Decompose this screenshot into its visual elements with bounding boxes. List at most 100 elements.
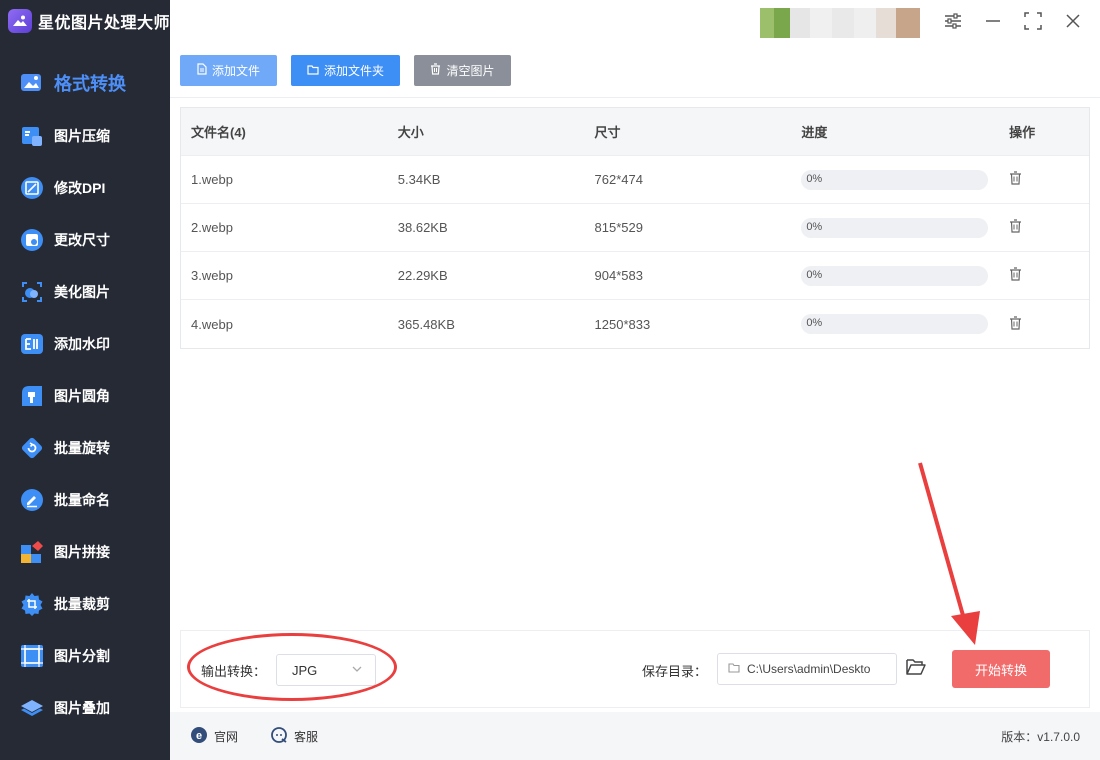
sidebar-item-label: 美化图片: [54, 284, 110, 300]
column-header-name: 文件名(4): [191, 125, 246, 140]
sidebar-item-label: 批量裁剪: [54, 596, 110, 612]
start-convert-button[interactable]: 开始转换: [952, 650, 1050, 688]
sidebar-item-label: 图片压缩: [54, 128, 110, 144]
chevron-down-icon: [351, 663, 363, 678]
image-format-icon: [20, 71, 44, 95]
sidebar-item-label: 图片圆角: [54, 388, 110, 404]
app-title: 星优图片处理大师: [38, 15, 171, 32]
trash-icon: [430, 63, 441, 78]
sidebar-item-label: 更改尺寸: [54, 232, 110, 248]
folder-icon: [307, 64, 319, 78]
layers-icon: [20, 696, 44, 720]
delete-row-icon[interactable]: [1009, 171, 1022, 185]
sidebar-item-label: 修改DPI: [54, 180, 106, 196]
file-dimension: 762*474: [594, 172, 643, 187]
beautify-icon: [20, 280, 44, 304]
clear-images-button[interactable]: 清空图片: [414, 55, 511, 86]
sidebar-item-label: 图片叠加: [54, 700, 110, 716]
progress-text: 0%: [806, 172, 823, 185]
file-name: 2.webp: [191, 220, 233, 235]
file-table: 文件名(4) 大小 尺寸 进度 操作 1.webp 5.34KB 762*474…: [180, 107, 1090, 349]
sidebar-item-label: 批量命名: [54, 492, 110, 508]
sidebar-item-label: 图片拼接: [54, 544, 110, 560]
file-icon: [197, 63, 207, 78]
file-name: 1.webp: [191, 172, 233, 187]
sidebar-item-watermark[interactable]: 添加水印: [0, 318, 170, 370]
minimize-icon[interactable]: [984, 12, 1002, 30]
sidebar-item-layers[interactable]: 图片叠加: [0, 682, 170, 734]
clear-images-label: 清空图片: [446, 64, 495, 78]
settings-sliders-icon[interactable]: [944, 12, 962, 30]
rename-icon: [20, 488, 44, 512]
crop-icon: [20, 592, 44, 616]
progress-bar: 0%: [801, 169, 989, 190]
sidebar-item-beautify[interactable]: 美化图片: [0, 266, 170, 318]
split-icon: [20, 644, 44, 668]
rounded-corner-icon: [20, 384, 44, 408]
progress-bar: 0%: [801, 265, 989, 286]
dpi-icon: [20, 176, 44, 200]
internet-explorer-icon: e: [190, 726, 208, 747]
chat-bubble-icon: [270, 726, 288, 747]
svg-text:e: e: [196, 730, 202, 742]
divider: [170, 97, 1100, 98]
file-name: 3.webp: [191, 268, 233, 283]
sidebar-item-round-corner[interactable]: 图片圆角: [0, 370, 170, 422]
footer: e 官网 客服 版本：v1.7.0.0: [170, 712, 1100, 760]
output-format-select[interactable]: JPG: [276, 654, 376, 686]
file-size: 5.34KB: [397, 172, 441, 187]
output-format-label: 输出转换：: [201, 664, 267, 679]
user-avatar[interactable]: [760, 8, 920, 38]
add-folder-button[interactable]: 添加文件夹: [291, 55, 400, 86]
sidebar-item-label: 图片分割: [54, 648, 110, 664]
file-size: 365.48KB: [397, 316, 455, 332]
open-folder-icon[interactable]: [906, 658, 926, 679]
compress-icon: [20, 124, 44, 148]
output-format-value: JPG: [292, 662, 318, 678]
save-directory-field[interactable]: C:\Users\admin\Deskto: [717, 653, 897, 685]
file-size: 38.62KB: [397, 220, 448, 235]
close-icon[interactable]: [1064, 12, 1082, 30]
add-folder-label: 添加文件夹: [323, 64, 384, 78]
table-row: 3.webp 22.29KB 904*583 0%: [181, 252, 1089, 300]
sidebar-item-label: 格式转换: [54, 74, 126, 94]
sidebar-item-resize[interactable]: 更改尺寸: [0, 214, 170, 266]
delete-row-icon[interactable]: [1009, 267, 1022, 281]
file-dimension: 1250*833: [594, 316, 651, 332]
sidebar-item-compress[interactable]: 图片压缩: [0, 110, 170, 162]
add-file-button[interactable]: 添加文件: [180, 55, 277, 86]
save-directory-label: 保存目录：: [642, 664, 708, 679]
progress-text: 0%: [806, 317, 823, 329]
sidebar-item-crop[interactable]: 批量裁剪: [0, 578, 170, 630]
sidebar-item-rotate[interactable]: 批量旋转: [0, 422, 170, 474]
column-header-progress: 进度: [801, 125, 828, 140]
delete-row-icon[interactable]: [1009, 315, 1022, 330]
folder-icon: [728, 662, 740, 676]
watermark-icon: [20, 332, 44, 356]
sidebar-item-split[interactable]: 图片分割: [0, 630, 170, 682]
toolbar: 添加文件 添加文件夹 清空图片: [180, 55, 511, 86]
sidebar-nav: 格式转换 图片压缩 修改DPI 更改尺寸 美化图片 添加水印 图片圆角 批量旋转…: [0, 56, 170, 734]
sidebar-item-rename[interactable]: 批量命名: [0, 474, 170, 526]
output-settings-panel: 输出转换： JPG 保存目录： C:\Users\admin\Deskto 开始…: [180, 630, 1090, 708]
sidebar-item-puzzle[interactable]: 图片拼接: [0, 526, 170, 578]
sidebar-item-format-convert[interactable]: 格式转换: [0, 56, 170, 110]
progress-bar: 0%: [801, 314, 989, 334]
table-row: 2.webp 38.62KB 815*529 0%: [181, 204, 1089, 252]
delete-row-icon[interactable]: [1009, 219, 1022, 233]
save-directory-path: C:\Users\admin\Deskto: [747, 662, 871, 676]
sidebar-item-dpi[interactable]: 修改DPI: [0, 162, 170, 214]
sidebar-item-label: 添加水印: [54, 336, 110, 352]
resize-icon: [20, 228, 44, 252]
file-name: 4.webp: [191, 316, 233, 332]
file-size: 22.29KB: [397, 268, 448, 283]
rotate-icon: [20, 436, 44, 460]
progress-bar: 0%: [801, 217, 989, 238]
maximize-icon[interactable]: [1024, 12, 1042, 30]
website-link[interactable]: e 官网: [190, 726, 238, 747]
progress-text: 0%: [806, 268, 823, 281]
customer-service-link[interactable]: 客服: [270, 726, 318, 747]
file-dimension: 904*583: [594, 268, 643, 283]
add-file-label: 添加文件: [211, 64, 260, 78]
progress-text: 0%: [806, 220, 823, 233]
